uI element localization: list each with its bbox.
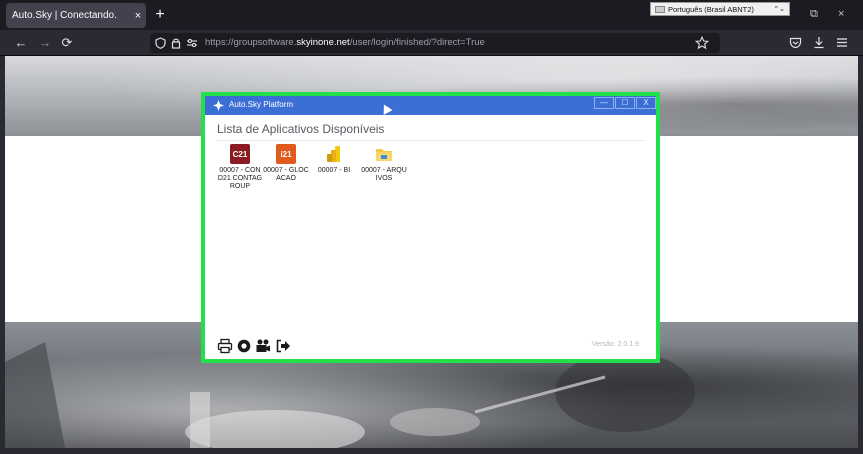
autosky-logo-icon [213,100,224,111]
pocket-icon[interactable] [789,37,802,49]
bookmark-star-icon[interactable] [695,36,709,50]
new-tab-button[interactable]: + [150,5,170,25]
restore-window-button[interactable]: ⧉ [810,8,818,21]
app-item-label: 00007 - COND21 CONTAGROUP [217,167,263,190]
app-title: Auto.Sky Platform [229,100,294,109]
file-explorer-icon [376,149,392,161]
web-page: Auto.Sky Platform — ☐ X Lista de Aplicat… [5,56,858,448]
keyboard-icon [655,5,665,13]
app-item-label: 00007 - ARQUIVOS [361,167,407,182]
permissions-icon[interactable] [186,38,198,48]
url-domain: skyinone.net [296,37,350,48]
app-close-button[interactable]: X [636,97,656,109]
tab-strip: Auto.Sky | Conectando. × + Português (Br… [0,0,863,30]
cond21-app-icon: C21 [230,144,250,164]
forward-button[interactable]: → [36,34,54,52]
lock-icon[interactable] [171,37,181,49]
tab-title: Auto.Sky | Conectando. [12,10,117,21]
glocacao-app-icon: i21 [276,144,296,164]
browser-tab[interactable]: Auto.Sky | Conectando. × [6,3,146,28]
logout-icon[interactable] [275,338,291,354]
power-bi-icon [327,146,340,162]
download-icon[interactable] [813,36,825,49]
autosky-window[interactable]: Auto.Sky Platform — ☐ X Lista de Aplicat… [201,92,660,363]
reload-button[interactable]: ⟳ [58,34,76,52]
settings-icon[interactable] [236,338,252,354]
app-minimize-button[interactable]: — [594,97,614,109]
app-item-cond21[interactable]: C21 00007 - COND21 CONTAGROUP [217,144,263,191]
app-item-glocacao[interactable]: i21 00007 - GLOCACAO [263,144,309,183]
dropdown-arrow-icon: ⌃⌄ [773,6,785,13]
printer-icon[interactable] [217,338,233,354]
app-item-label: 00007 - BI [317,167,351,174]
url-prefix: https://groupsoftware. [205,37,297,48]
shield-icon[interactable] [155,37,166,49]
url-path: /user/login/finished/?direct=True [349,37,485,48]
app-item-arquivos[interactable]: 00007 - ARQUIVOS [361,144,407,183]
address-bar[interactable]: https://groupsoftware.skyinone.net/user/… [150,33,720,53]
app-item-label: 00007 - GLOCACAO [263,167,309,182]
app-titlebar[interactable]: Auto.Sky Platform — ☐ X [205,96,656,115]
input-language-selector[interactable]: Português (Brasil ABNT2) ⌃⌄ [650,2,790,16]
tab-close-icon[interactable]: × [130,10,146,22]
app-toolbar: Versão: 2.0.1.9 [217,336,645,356]
url-text[interactable]: https://groupsoftware.skyinone.net/user/… [205,37,485,48]
app-maximize-button[interactable]: ☐ [615,97,635,109]
camera-icon[interactable] [255,338,271,354]
input-language-label: Português (Brasil ABNT2) [668,4,754,14]
divider [217,140,645,141]
menu-icon[interactable] [836,37,848,48]
navigation-bar: ← → ⟳ https://groupsoftware.skyinone.net… [0,30,863,56]
close-window-button[interactable]: × [838,8,844,20]
version-label: Versão: 2.0.1.9 [591,341,639,348]
back-button[interactable]: ← [12,34,30,52]
application-list: C21 00007 - COND21 CONTAGROUP i21 00007 … [217,144,645,334]
app-item-bi[interactable]: 00007 - BI [311,144,357,175]
app-list-heading: Lista de Aplicativos Disponíveis [217,122,385,136]
